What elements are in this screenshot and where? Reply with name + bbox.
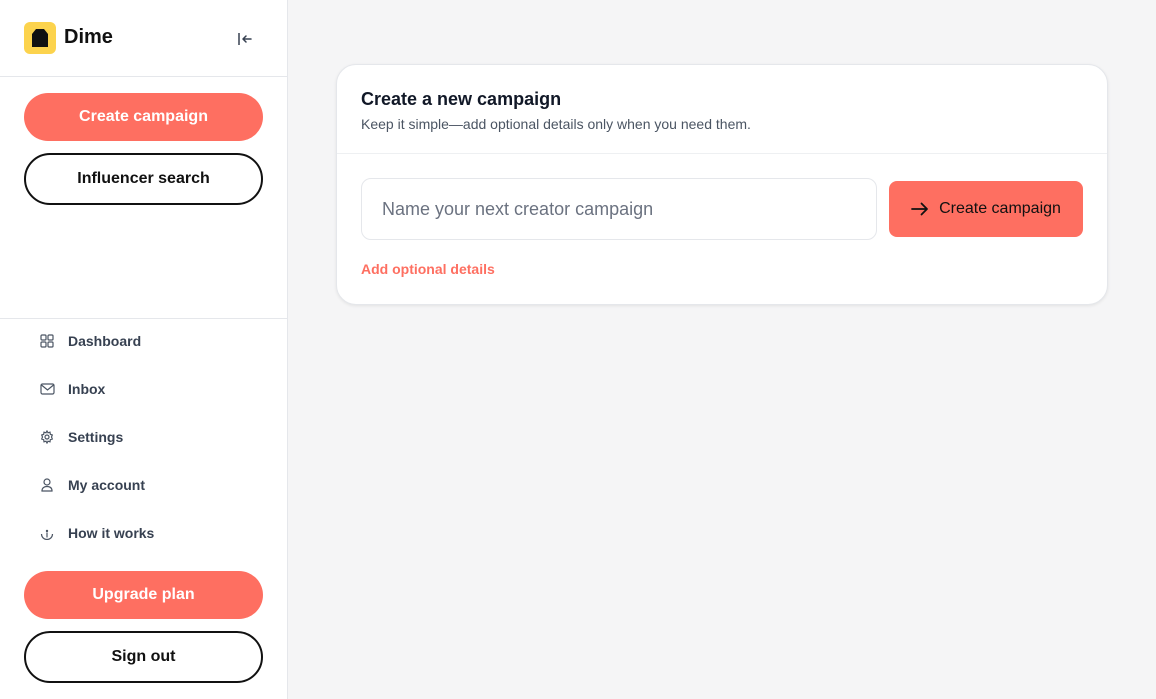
- add-optional-details-link[interactable]: Add optional details: [361, 261, 495, 277]
- sidebar-item-label: Inbox: [68, 381, 106, 397]
- upgrade-plan-button[interactable]: Upgrade plan: [24, 571, 263, 619]
- create-campaign-submit-button[interactable]: Create campaign: [889, 181, 1083, 237]
- create-campaign-submit-label: Create campaign: [939, 200, 1061, 217]
- card-title: Create a new campaign: [361, 89, 562, 109]
- mail-icon: [38, 380, 56, 398]
- brand-header: Dime: [0, 0, 287, 77]
- grid-icon: [38, 332, 56, 350]
- sidebar-item-label: Settings: [68, 429, 124, 445]
- info-icon: [38, 524, 56, 542]
- sidebar-item-label: How it works: [68, 525, 155, 541]
- create-campaign-button[interactable]: Create campaign: [24, 93, 263, 141]
- card-subtitle: Keep it simple—add optional details only…: [361, 116, 751, 132]
- sidebar-divider: [0, 318, 287, 319]
- arrow-right-icon: [911, 202, 929, 216]
- sidebar-item-settings[interactable]: Settings: [38, 425, 123, 449]
- campaign-name-input[interactable]: [361, 178, 877, 240]
- sidebar-item-label: Dashboard: [68, 333, 142, 349]
- user-icon: [38, 476, 56, 494]
- sidebar-item-inbox[interactable]: Inbox: [38, 377, 105, 401]
- influencer-search-button[interactable]: Influencer search: [24, 153, 263, 205]
- collapse-sidebar-icon[interactable]: [234, 28, 256, 50]
- sidebar-item-label: My account: [68, 477, 146, 493]
- create-campaign-card: Create a new campaign Keep it simple—add…: [336, 64, 1108, 305]
- card-header: Create a new campaign Keep it simple—add…: [337, 65, 1107, 154]
- sign-out-button[interactable]: Sign out: [24, 631, 263, 683]
- sidebar: Dime Create campaign Influencer search D…: [0, 0, 288, 699]
- brand-name: Dime: [64, 26, 113, 48]
- sidebar-item-dashboard[interactable]: Dashboard: [38, 329, 141, 353]
- dime-logo-icon: [24, 22, 56, 54]
- sidebar-item-my-account[interactable]: My account: [38, 473, 145, 497]
- gear-icon: [38, 428, 56, 446]
- sidebar-item-how-it-works[interactable]: How it works: [38, 521, 154, 545]
